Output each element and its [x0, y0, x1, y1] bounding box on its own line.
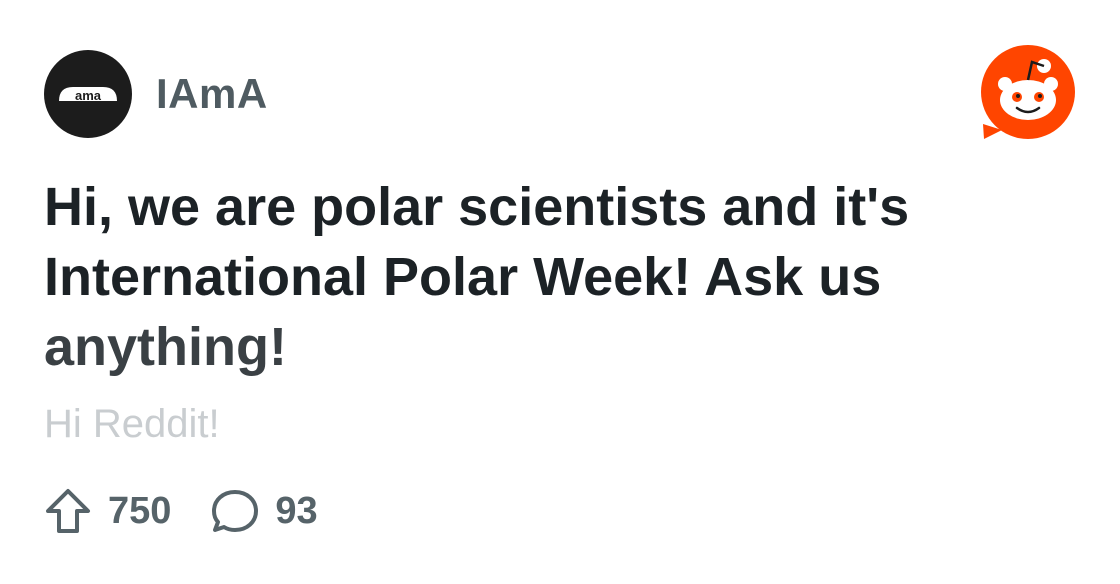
comments-button[interactable]: 93 — [211, 487, 318, 535]
post-title[interactable]: Hi, we are polar scientists and it's Int… — [44, 172, 1004, 382]
post-stats: 750 93 — [44, 485, 318, 537]
subreddit-name[interactable]: IAmA — [156, 70, 268, 118]
upvote-count: 750 — [108, 489, 172, 532]
svg-text:ama: ama — [75, 88, 102, 103]
post-card[interactable]: ama IAmA Hi, we are polar scientists and… — [0, 0, 1120, 584]
comment-bubble-icon — [212, 490, 259, 532]
upvote-arrow-icon — [46, 489, 90, 533]
post-header: ama IAmA — [44, 50, 268, 138]
upvote-button[interactable]: 750 — [44, 487, 171, 535]
post-title-line-1: Hi, we are polar scientists and it's — [44, 177, 910, 237]
subreddit-avatar[interactable]: ama — [44, 50, 132, 138]
post-title-line-2: International Polar Week! Ask us — [44, 247, 882, 307]
ama-logo-icon: ama — [59, 87, 117, 103]
post-body-snippet: Hi Reddit! — [44, 402, 220, 446]
comment-count: 93 — [275, 489, 318, 532]
post-title-line-3: anything! — [44, 317, 287, 377]
reddit-snoo-logo-icon — [981, 45, 1075, 139]
